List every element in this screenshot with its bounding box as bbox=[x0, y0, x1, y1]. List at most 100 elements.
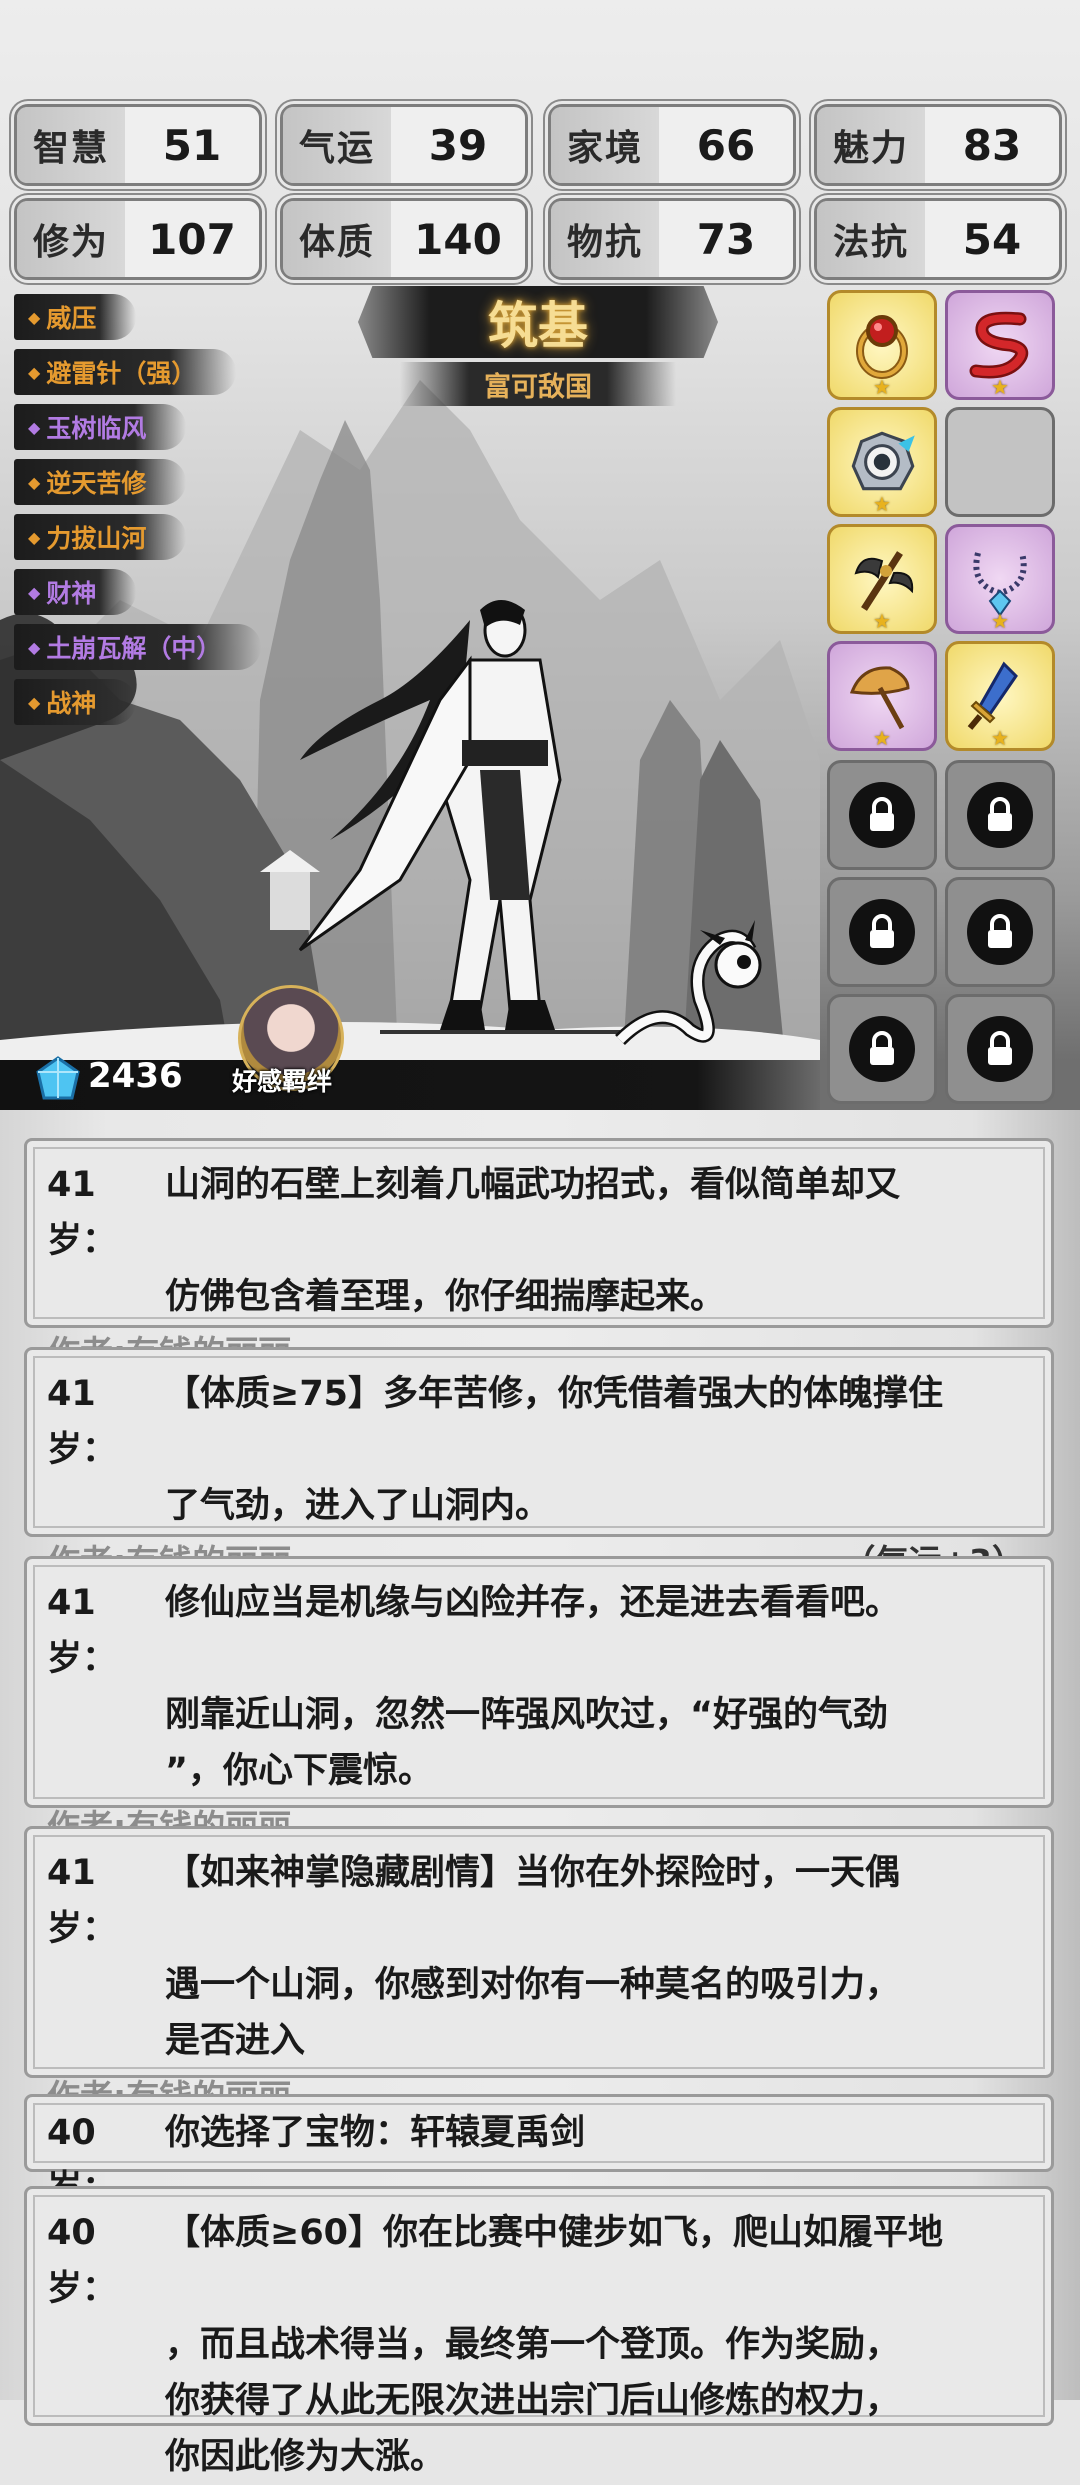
star-icon: ★ bbox=[873, 609, 891, 633]
trait-item[interactable]: ◆ 逆天苦修 bbox=[14, 459, 187, 505]
equip-slot-locked[interactable] bbox=[827, 994, 937, 1104]
ring-icon bbox=[856, 315, 908, 379]
red-sash-icon bbox=[969, 311, 1029, 379]
trait-item[interactable]: ◆ 财神 bbox=[14, 569, 137, 615]
entry-line: 仿佛包含着至理，你仔细揣摩起来。 bbox=[165, 1277, 726, 1317]
trait-label: 力拔山河 bbox=[46, 524, 147, 553]
diamond-icon: ◆ bbox=[28, 417, 41, 437]
stat-constitution: 体质 140 bbox=[280, 198, 528, 280]
stat-luck: 气运 39 bbox=[280, 104, 528, 186]
equip-slot-parasol[interactable]: ★ bbox=[827, 641, 937, 751]
equip-slot-sash[interactable]: ★ bbox=[945, 290, 1055, 400]
stat-charm: 魅力 83 bbox=[814, 104, 1062, 186]
trait-item[interactable]: ◆ 避雷针（强） bbox=[14, 349, 237, 395]
entry-age: 41岁： bbox=[47, 1583, 118, 1679]
stat-value: 140 bbox=[414, 214, 502, 264]
trait-label: 玉树临风 bbox=[46, 414, 147, 443]
entry-line: 【如来神掌隐藏剧情】当你在外探险时，一天偶 bbox=[165, 1853, 901, 1893]
star-icon: ★ bbox=[991, 609, 1009, 633]
trait-item[interactable]: ◆ 威压 bbox=[14, 294, 137, 340]
trait-label: 土崩瓦解（中） bbox=[46, 634, 222, 663]
log-entry: 41岁： 山洞的石壁上刻着几幅武功招式，看似简单却又 仿佛包含着至理，你仔细揣摩起… bbox=[24, 1138, 1054, 1372]
equip-slot-necklace[interactable]: ★ bbox=[945, 524, 1055, 634]
diamond-icon: ◆ bbox=[28, 582, 41, 602]
equip-slot-armor[interactable]: ★ bbox=[827, 407, 937, 517]
equip-slot-locked[interactable] bbox=[945, 994, 1055, 1104]
log-entry: 41岁： 【如来神掌隐藏剧情】当你在外探险时，一天偶 遇一个山洞，你感到对你有一种… bbox=[24, 1826, 1054, 2116]
stat-cultivation: 修为 107 bbox=[14, 198, 262, 280]
trait-item[interactable]: ◆ 土崩瓦解（中） bbox=[14, 624, 262, 670]
equip-slot-axe[interactable]: ★ bbox=[827, 524, 937, 634]
stat-value: 83 bbox=[962, 120, 1022, 170]
stat-label: 修为 bbox=[17, 201, 125, 277]
trait-label: 财神 bbox=[46, 579, 97, 608]
lock-icon bbox=[849, 782, 915, 848]
stat-label: 体质 bbox=[283, 201, 391, 277]
stat-value: 107 bbox=[148, 214, 236, 264]
entry-age: 40岁： bbox=[47, 2213, 118, 2309]
log-entry: 41岁： 【体质≥75】多年苦修，你凭借着强大的体魄撑住 了气劲，进入了山洞内。 … bbox=[24, 1347, 1054, 1581]
star-icon: ★ bbox=[991, 726, 1009, 750]
log-entry: 40岁：你选择了宝物：轩辕夏禹剑 bbox=[24, 2094, 1054, 2209]
armor-orb-icon bbox=[851, 431, 915, 491]
necklace-icon bbox=[973, 552, 1027, 617]
entry-line: 修仙应当是机缘与凶险并存，还是进去看看吧。 bbox=[165, 1583, 901, 1623]
stat-family: 家境 66 bbox=[548, 104, 796, 186]
bond-button-label[interactable]: 好感羁绊 bbox=[232, 1062, 332, 1098]
entry-line: 遇一个山洞，你感到对你有一种莫名的吸引力， bbox=[165, 1965, 901, 2005]
diamond-icon: ◆ bbox=[28, 362, 41, 382]
lock-icon bbox=[967, 782, 1033, 848]
entry-age: 41岁： bbox=[47, 1853, 118, 1949]
star-icon: ★ bbox=[991, 375, 1009, 399]
trait-label: 避雷针（强） bbox=[46, 359, 197, 388]
equip-slot-locked[interactable] bbox=[945, 877, 1055, 987]
diamond-icon: ◆ bbox=[28, 307, 41, 327]
entry-line: 【体质≥75】多年苦修，你凭借着强大的体魄撑住 bbox=[165, 1374, 944, 1414]
lock-icon bbox=[967, 1016, 1033, 1082]
entry-line: 【体质≥60】你在比赛中健步如飞，爬山如履平地 bbox=[165, 2213, 944, 2253]
stat-value: 51 bbox=[162, 120, 222, 170]
trait-item[interactable]: ◆ 战神 bbox=[14, 679, 137, 725]
stat-label: 气运 bbox=[283, 107, 391, 183]
lock-icon bbox=[849, 1016, 915, 1082]
equip-slot-locked[interactable] bbox=[827, 760, 937, 870]
realm-title: 筑基 bbox=[358, 286, 718, 358]
equip-slot-ring[interactable]: ★ bbox=[827, 290, 937, 400]
equip-slot-empty[interactable] bbox=[945, 407, 1055, 517]
gem-icon bbox=[36, 1056, 80, 1100]
entry-line: ”，你心下震惊。 bbox=[165, 1751, 434, 1791]
realm-subtitle: 富可敌国 bbox=[400, 362, 676, 406]
entry-line: 山洞的石壁上刻着几幅武功招式，看似简单却又 bbox=[165, 1165, 901, 1205]
diamond-icon: ◆ bbox=[28, 527, 41, 547]
entry-line: ，而且战术得当，最终第一个登顶。作为奖励， bbox=[165, 2325, 901, 2365]
stat-value: 66 bbox=[696, 120, 756, 170]
entry-line: 你因此修为大涨。 bbox=[165, 2437, 446, 2477]
entry-line: 你获得了从此无限次进出宗门后山修炼的权力， bbox=[165, 2381, 901, 2421]
equip-slot-locked[interactable] bbox=[945, 760, 1055, 870]
sword-icon bbox=[967, 661, 1018, 730]
trait-label: 威压 bbox=[46, 304, 97, 333]
star-icon: ★ bbox=[873, 492, 891, 516]
diamond-icon: ◆ bbox=[28, 472, 41, 492]
stat-label: 物抗 bbox=[551, 201, 659, 277]
trait-item[interactable]: ◆ 玉树临风 bbox=[14, 404, 187, 450]
entry-age: 41岁： bbox=[47, 1165, 118, 1261]
entry-age: 41岁： bbox=[47, 1374, 118, 1470]
equip-slot-sword[interactable]: ★ bbox=[945, 641, 1055, 751]
equip-slot-locked[interactable] bbox=[827, 877, 937, 987]
gem-count: 2436 bbox=[88, 1056, 183, 1096]
trait-label: 战神 bbox=[46, 689, 97, 718]
stat-physical-resist: 物抗 73 bbox=[548, 198, 796, 280]
star-icon: ★ bbox=[873, 375, 891, 399]
entry-line: 了气劲，进入了山洞内。 bbox=[165, 1486, 551, 1526]
diamond-icon: ◆ bbox=[28, 692, 41, 712]
stat-label: 魅力 bbox=[817, 107, 925, 183]
parasol-icon bbox=[849, 666, 910, 730]
event-log[interactable]: 41岁： 山洞的石壁上刻着几幅武功招式，看似简单却又 仿佛包含着至理，你仔细揣摩起… bbox=[0, 1110, 1080, 2477]
lock-icon bbox=[849, 899, 915, 965]
log-entry: 41岁： 修仙应当是机缘与凶险并存，还是进去看看吧。 刚靠近山洞，忽然一阵强风吹过… bbox=[24, 1556, 1054, 1846]
trait-item[interactable]: ◆ 力拔山河 bbox=[14, 514, 187, 560]
star-icon: ★ bbox=[873, 726, 891, 750]
entry-line: 是否进入 bbox=[165, 2021, 306, 2061]
entry-line: 刚靠近山洞，忽然一阵强风吹过，“好强的气劲 bbox=[165, 1695, 889, 1735]
